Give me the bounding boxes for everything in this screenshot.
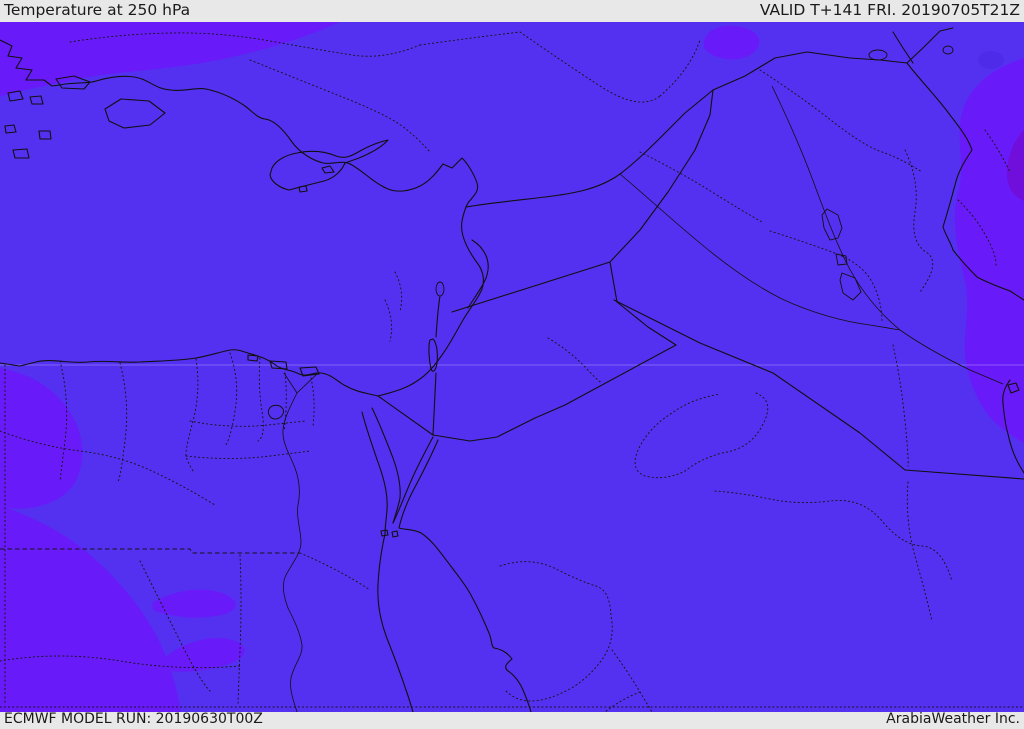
temperature-map-svg <box>0 22 1024 712</box>
cool-blob-topright <box>978 51 1004 69</box>
weather-map-app: { "header": { "title": "Temperature at 2… <box>0 0 1024 729</box>
warm-patch-top-center <box>703 25 760 60</box>
valid-time-label: VALID T+141 FRI. 20190705T21Z <box>759 1 1020 19</box>
map-title: Temperature at 250 hPa <box>4 1 191 19</box>
map-canvas <box>0 22 1024 712</box>
model-run-label: ECMWF MODEL RUN: 20190630T00Z <box>4 711 263 727</box>
branding-label: ArabiaWeather Inc. <box>886 711 1020 727</box>
